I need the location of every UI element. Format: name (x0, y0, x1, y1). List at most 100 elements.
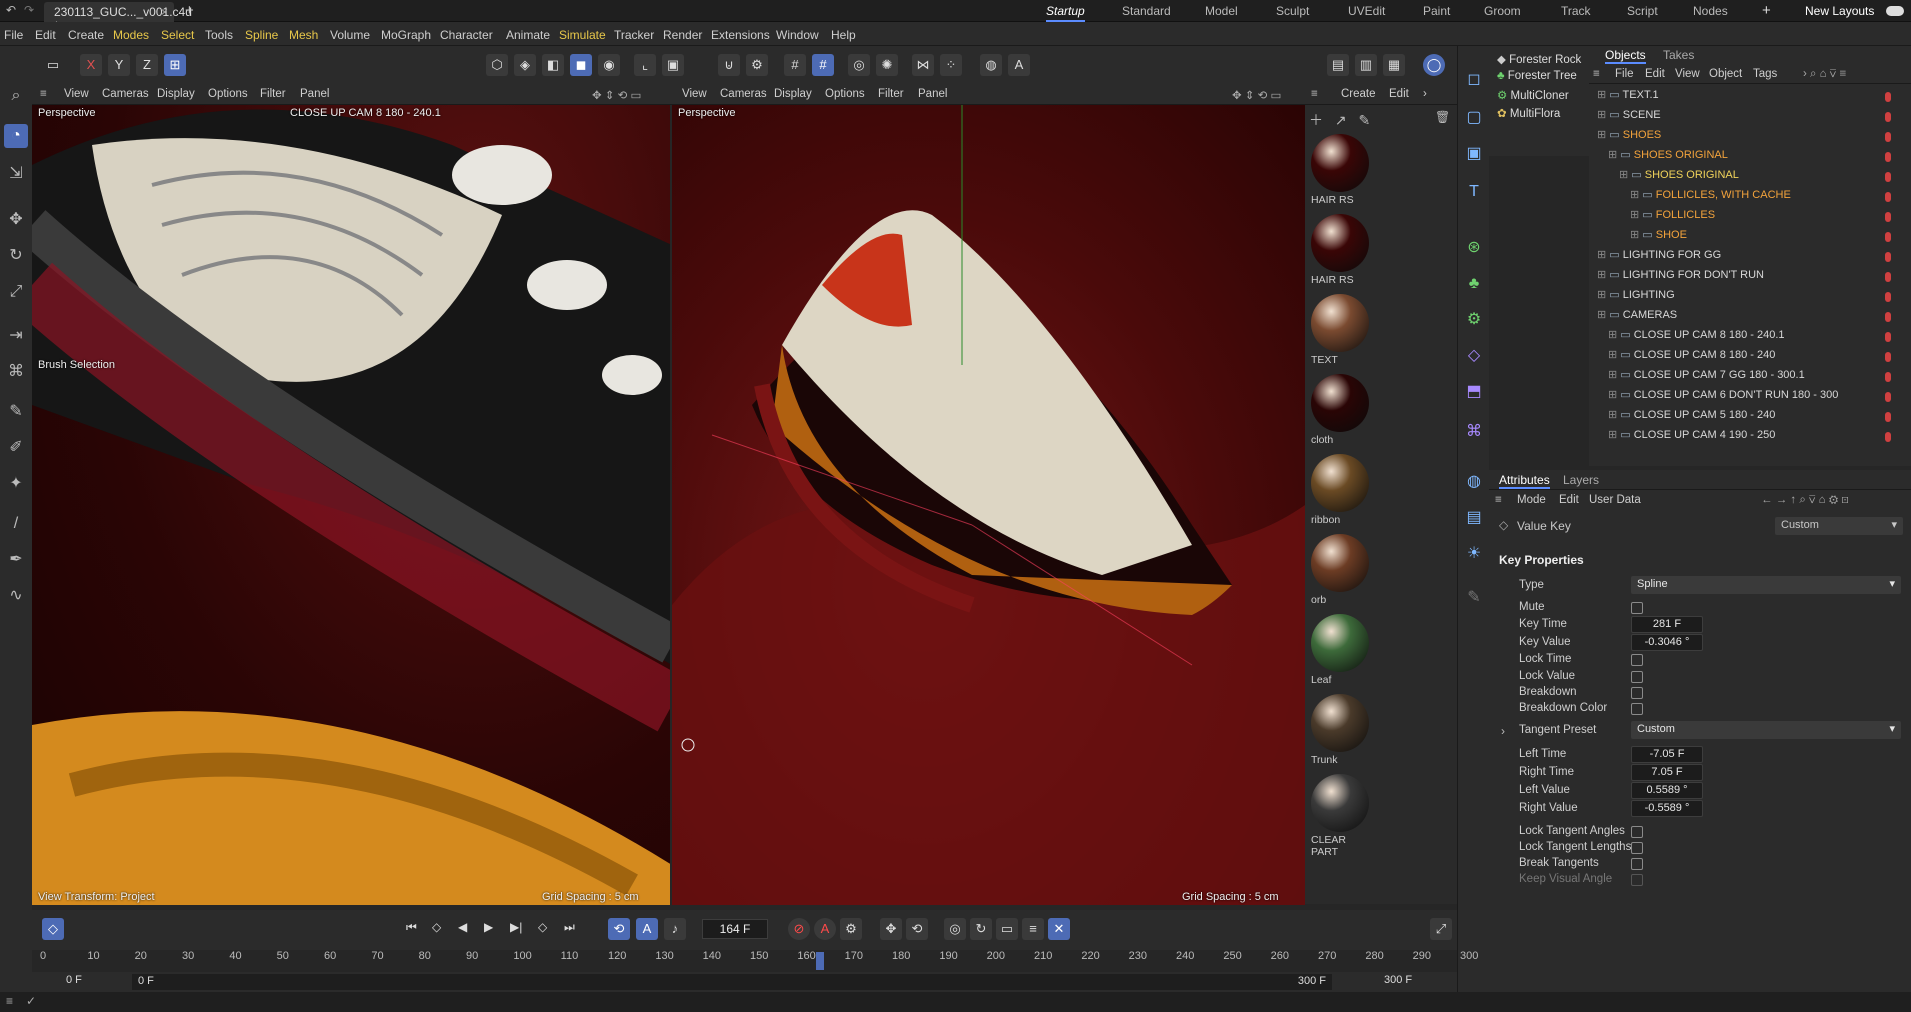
attributes-menu-icon[interactable]: ≡ (1495, 494, 1502, 506)
camera-object-icon[interactable]: ▤ (1462, 506, 1486, 530)
material-item[interactable]: HAIR RS (1311, 134, 1373, 206)
expand-icon[interactable]: ⊞ (1597, 129, 1609, 141)
spline-tool-icon[interactable]: ∿ (4, 584, 28, 608)
symmetry-icon[interactable]: ⋈ (912, 54, 934, 76)
expand-icon[interactable]: ⊞ (1597, 109, 1609, 121)
object-row[interactable]: ⊞ ▭ LIGHTING FOR GG (1597, 248, 1721, 268)
expand-icon[interactable]: ⊞ (1608, 149, 1620, 161)
record-icon[interactable]: ⊘ (788, 918, 810, 940)
visibility-dots-icon[interactable] (1885, 252, 1891, 262)
model-mode-icon[interactable]: ⬡ (486, 54, 508, 76)
go-to-start-icon[interactable]: ⏮ (406, 920, 417, 935)
object-row[interactable]: ⊞ ▭ CLOSE UP CAM 6 DON'T RUN 180 - 300 (1608, 388, 1838, 408)
visibility-dots-icon[interactable] (1885, 212, 1891, 222)
menu-simulate[interactable]: Simulate (559, 28, 606, 42)
menu-character[interactable]: Character (440, 28, 493, 42)
expand-icon[interactable]: ⊞ (1619, 169, 1631, 181)
rotate-tool-icon[interactable]: ↻ (4, 244, 28, 268)
menu-window[interactable]: Window (776, 28, 819, 42)
tab-takes[interactable]: Takes (1663, 48, 1694, 62)
layout-tab-nodes[interactable]: Nodes (1693, 4, 1728, 18)
text-icon[interactable]: T (1462, 180, 1486, 204)
vp-right-menu-filter[interactable]: Filter (878, 88, 904, 100)
left-time-field[interactable]: -7.05 F (1631, 746, 1703, 763)
magnet-icon[interactable]: ⊍ (718, 54, 740, 76)
key-pla-icon[interactable]: ▭ (996, 918, 1018, 940)
key-scale-icon[interactable]: ◎ (944, 918, 966, 940)
object-row[interactable]: ⊞ ▭ CLOSE UP CAM 8 180 - 240 (1608, 348, 1775, 368)
object-row[interactable]: ⊞ ▭ CLOSE UP CAM 5 180 - 240 (1608, 408, 1775, 428)
expand-icon[interactable]: ⊞ (1597, 249, 1609, 261)
polygon-mode-icon[interactable]: ◼ (570, 54, 592, 76)
attributes-menu-edit[interactable]: Edit (1559, 494, 1579, 506)
lock-value-checkbox[interactable] (1631, 671, 1643, 683)
solo-icon[interactable]: ▣ (662, 54, 684, 76)
vp-left-menu-view[interactable]: View (64, 88, 89, 100)
menu-extensions[interactable]: Extensions (711, 28, 770, 42)
polygon-pen-icon[interactable]: ⌘ (4, 360, 28, 384)
next-frame-icon[interactable]: ▶| (510, 920, 522, 934)
attributes-menu-userdata[interactable]: User Data (1589, 494, 1641, 506)
render-view-icon[interactable]: ◍ (980, 54, 1002, 76)
expand-icon[interactable]: ⊞ (1597, 89, 1609, 101)
material-item[interactable]: cloth (1311, 374, 1373, 446)
tab-layers[interactable]: Layers (1563, 473, 1599, 487)
paint-tool-icon[interactable]: ✐ (4, 436, 28, 460)
vp-left-menu-options[interactable]: Options (208, 88, 248, 100)
motion-mode-icon[interactable]: ✕ (1048, 918, 1070, 940)
visibility-dots-icon[interactable] (1885, 232, 1891, 242)
expand-icon[interactable]: ⊞ (1608, 429, 1620, 441)
grid-icon[interactable]: # (784, 54, 806, 76)
objects-menu-view[interactable]: View (1675, 68, 1700, 80)
visibility-dots-icon[interactable] (1885, 152, 1891, 162)
environment-icon[interactable]: ◍ (1462, 470, 1486, 494)
toggle-icon[interactable] (1886, 6, 1904, 16)
expand-icon[interactable]: ⊞ (1608, 329, 1620, 341)
object-row[interactable]: ⊞ ▭ SCENE (1597, 108, 1661, 128)
timeline-ruler[interactable]: 0 10 20 30 40 50 60 70 80 90 100 110 120 130 140 150 160… (32, 950, 1478, 972)
visibility-dots-icon[interactable] (1885, 432, 1891, 442)
menu-animate[interactable]: Animate (506, 28, 550, 42)
breakdown-checkbox[interactable] (1631, 687, 1643, 699)
lock-time-checkbox[interactable] (1631, 654, 1643, 666)
visibility-dots-icon[interactable] (1885, 172, 1891, 182)
vp-left-nav-icons[interactable]: ✥ ⇕ ⟲ ▭ (592, 88, 641, 102)
layout-tab-sculpt[interactable]: Sculpt (1276, 4, 1309, 18)
key-param-icon[interactable]: ↻ (970, 918, 992, 940)
render-region-icon[interactable]: ▥ (1355, 54, 1377, 76)
visibility-dots-icon[interactable] (1885, 292, 1891, 302)
vp-left-menu-display[interactable]: Display (157, 88, 195, 100)
light-icon[interactable]: ☀ (1462, 542, 1486, 566)
expand-icon[interactable]: ⊞ (1597, 289, 1609, 301)
object-row[interactable]: ⊞ ▭ CLOSE UP CAM 8 180 - 240.1 (1608, 328, 1785, 348)
snap-corner-icon[interactable]: ⌞ (634, 54, 656, 76)
menu-file[interactable]: File (4, 28, 23, 42)
axis-x-button[interactable]: X (80, 54, 102, 76)
object-row[interactable]: ⊞ ▭ CLOSE UP CAM 7 GG 180 - 300.1 (1608, 368, 1805, 388)
deformer-icon[interactable]: ◇ (1462, 344, 1486, 368)
prev-key-icon[interactable]: ◇ (432, 920, 441, 934)
viewport-left[interactable]: Perspective CLOSE UP CAM 8 180 - 240.1 B… (32, 105, 670, 905)
expand-icon[interactable]: ⊞ (1630, 229, 1642, 241)
type-dropdown[interactable]: Spline ▾ (1631, 576, 1901, 594)
expand-icon[interactable]: ⊞ (1608, 409, 1620, 421)
tab-objects[interactable]: Objects (1605, 48, 1646, 64)
vp-left-menu-cameras[interactable]: Cameras (102, 88, 149, 100)
auto-key-icon[interactable]: A (814, 918, 836, 940)
objects-menu-object[interactable]: Object (1709, 68, 1742, 80)
status-menu-icon[interactable]: ≡ (6, 994, 13, 1008)
expand-icon[interactable]: ⊞ (1630, 209, 1642, 221)
layout-tab-uvedit[interactable]: UVEdit (1348, 4, 1385, 18)
layout-tab-track[interactable]: Track (1561, 4, 1591, 18)
visibility-dots-icon[interactable] (1885, 332, 1891, 342)
object-row[interactable]: ⊞ ▭ SHOES (1597, 128, 1661, 148)
generator-icon[interactable]: ⬒ (1462, 380, 1486, 404)
visibility-dots-icon[interactable] (1885, 312, 1891, 322)
visibility-dots-icon[interactable] (1885, 392, 1891, 402)
menu-create[interactable]: Create (68, 28, 104, 42)
layout-tab-groom[interactable]: Groom (1484, 4, 1521, 18)
forester-tree[interactable]: ♣ Forester Tree (1497, 70, 1577, 82)
new-tab-icon[interactable]: + (185, 2, 194, 19)
vp-right-menu-options[interactable]: Options (825, 88, 865, 100)
settings-icon[interactable]: ⚙ (746, 54, 768, 76)
